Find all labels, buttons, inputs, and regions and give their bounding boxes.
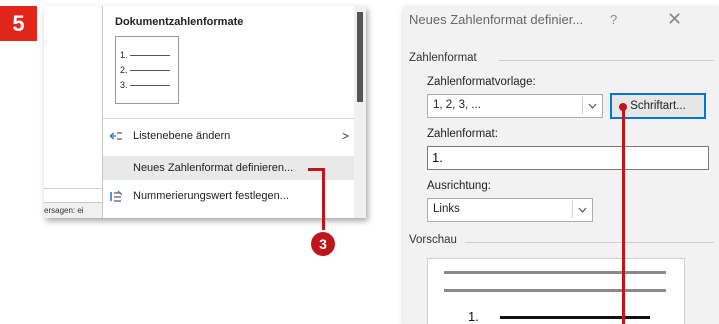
callout-pointer-line	[322, 168, 325, 230]
group-label-preview: Vorschau	[409, 234, 457, 246]
scrollbar-thumb[interactable]	[357, 12, 363, 102]
number-format-input[interactable]: 1.	[427, 146, 709, 170]
list-level-icon	[103, 130, 129, 142]
chevron-down-icon[interactable]	[582, 97, 601, 114]
group-divider	[465, 242, 714, 243]
menu-item-set-numbering-value[interactable]: Nummerierungswert festlegen...	[103, 184, 355, 208]
preview-number: 1.	[120, 50, 128, 60]
preview-line	[444, 271, 666, 274]
chevron-down-icon[interactable]	[572, 201, 591, 218]
alignment-dropdown[interactable]: Links	[427, 198, 593, 222]
numbering-value-icon	[103, 189, 129, 203]
number-format-template-dropdown[interactable]: 1, 2, 3, ...	[427, 94, 603, 118]
callout-number-badge: 3	[311, 232, 335, 256]
preview-line	[500, 316, 650, 319]
group-divider	[499, 60, 714, 61]
preview-number: 2.	[120, 65, 128, 75]
submenu-arrow-icon: >	[341, 129, 349, 143]
menu-item-change-list-level[interactable]: Listenebene ändern >	[103, 124, 355, 148]
document-area	[44, 6, 102, 218]
preview-number: 1.	[468, 309, 479, 324]
preview-row: 3.	[120, 80, 170, 90]
context-menu-screenshot: ersagen: ei Dokumentzahlenformate 1. 2. …	[44, 6, 366, 218]
preview-row: 1.	[120, 50, 170, 60]
dropdown-value: Links	[433, 203, 460, 215]
callout-pointer-line	[622, 110, 625, 324]
menu-item-label: Nummerierungswert festlegen...	[133, 190, 289, 202]
menu-item-label: Listenebene ändern	[133, 130, 231, 142]
divider	[44, 188, 102, 189]
help-icon[interactable]: ?	[610, 12, 617, 27]
dialog-title: Neues Zahlenformat definier...	[409, 12, 584, 27]
menu-section-title: Dokumentzahlenformate	[115, 16, 244, 28]
dropdown-value: 1, 2, 3, ...	[433, 99, 481, 111]
menu-item-label: Neues Zahlenformat definieren...	[133, 162, 294, 174]
number-format-preview-tile[interactable]: 1. 2. 3.	[115, 36, 179, 104]
group-label-number-format: Zahlenformat	[409, 52, 477, 64]
preview-line	[444, 289, 666, 292]
close-icon[interactable]: ✕	[667, 9, 682, 30]
number-format-template-label: Zahlenformatvorlage:	[427, 76, 536, 88]
preview-panel: 1.	[427, 258, 685, 324]
number-format-value: 1.	[432, 150, 443, 165]
define-number-format-dialog: Neues Zahlenformat definier... ? ✕ Zahle…	[403, 6, 719, 324]
number-format-label: Zahlenformat:	[427, 128, 498, 140]
preview-row: 2.	[120, 65, 170, 75]
alignment-label: Ausrichtung:	[427, 180, 491, 192]
status-bar: ersagen: ei	[44, 202, 102, 218]
preview-number: 3.	[120, 80, 128, 90]
menu-separator	[103, 118, 355, 119]
step-number-badge: 5	[0, 6, 37, 41]
numbering-menu: Dokumentzahlenformate 1. 2. 3. Listenebe…	[102, 6, 355, 218]
